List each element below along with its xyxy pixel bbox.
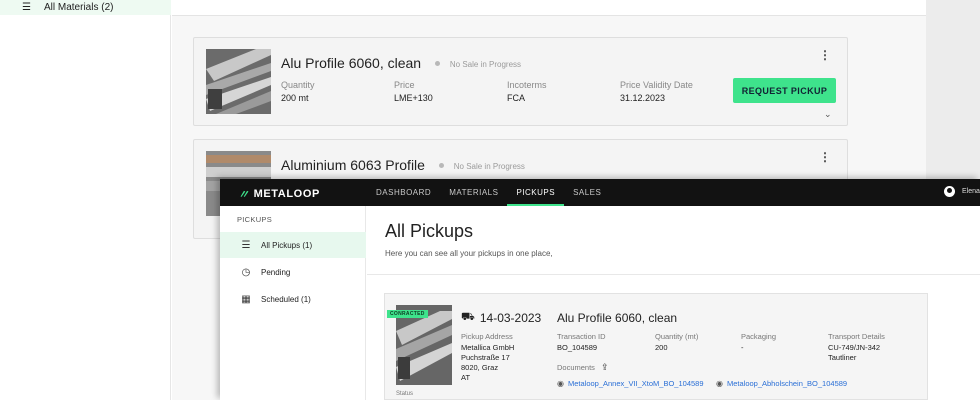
document-link[interactable]: ◉ Metaloop_Annex_VII_XtoM_BO_104589 — [557, 379, 704, 388]
more-options-icon[interactable]: ⋮ — [819, 151, 831, 163]
status-dot-icon — [434, 61, 440, 67]
sidebar-item-pending[interactable]: ◷ Pending — [220, 259, 366, 285]
pickup-quantity: Quantity (mt) 200 — [655, 332, 699, 352]
user-name: Elena — [962, 188, 980, 195]
sale-status: No Sale in Progress — [449, 59, 522, 69]
field-incoterms: Incoterms FCA — [507, 80, 547, 103]
upload-icon[interactable]: ⇪ — [601, 362, 609, 373]
sidebar-item-label: Pending — [261, 267, 291, 277]
pickup-material-name: Alu Profile 6060, clean — [557, 311, 678, 325]
field-price-validity: Price Validity Date 31.12.2023 — [620, 80, 693, 103]
eye-icon: ◉ — [557, 379, 564, 388]
status-label: Status — [396, 391, 414, 397]
nav-materials[interactable]: MATERIALS — [440, 179, 507, 206]
sidebar-item-label: All Materials (2) — [44, 2, 114, 13]
material-thumbnail — [206, 49, 271, 114]
eye-icon: ◉ — [716, 379, 723, 388]
contract-status-badge: CONRACTED — [387, 310, 428, 318]
user-menu[interactable]: Elena — [944, 186, 980, 197]
list-icon: ☰ — [22, 2, 31, 13]
metaloop-logo[interactable]: 〃 METALOOP — [238, 186, 320, 202]
list-icon: ☰ — [241, 239, 251, 251]
pickups-sidebar: PICKUPS ☰ All Pickups (1) ◷ Pending ▦ Sc… — [220, 206, 366, 400]
field-quantity: Quantity 200 mt — [281, 80, 315, 103]
pickups-window: 〃 METALOOP DASHBOARD MATERIALS PICKUPS S… — [220, 179, 980, 400]
request-pickup-button[interactable]: REQUEST PICKUP — [733, 78, 836, 103]
sidebar-title: PICKUPS — [237, 215, 273, 224]
material-name: Alu Profile 6060, clean No Sale in Progr… — [281, 55, 522, 71]
main-nav: DASHBOARD MATERIALS PICKUPS SALES — [367, 179, 610, 206]
pickup-date: ⛟ 14-03-2023 — [461, 311, 542, 325]
nav-pickups[interactable]: PICKUPS — [507, 179, 564, 206]
truck-icon: ⛟ — [461, 311, 475, 323]
nav-sales[interactable]: SALES — [564, 179, 610, 206]
logo-mark-icon: 〃 — [238, 189, 250, 201]
materials-topbar — [172, 0, 926, 16]
transaction-id: Transaction ID BO_104589 — [557, 332, 606, 352]
materials-sidebar: ☰ All Materials (2) — [0, 0, 171, 400]
avatar-icon — [944, 186, 955, 197]
more-options-icon[interactable]: ⋮ — [819, 49, 831, 61]
sidebar-item-label: All Pickups (1) — [261, 240, 313, 250]
page-title: All Pickups — [385, 221, 474, 241]
page-subtitle: Here you can see all your pickups in one… — [385, 249, 553, 258]
pickup-card[interactable]: CONRACTED ⛟ 14-03-2023 Alu Profile 6060,… — [384, 293, 928, 400]
field-price: Price LME+130 — [394, 80, 433, 103]
sale-status: No Sale in Progress — [453, 161, 525, 171]
sidebar-item-label: Scheduled (1) — [261, 294, 311, 304]
nav-dashboard[interactable]: DASHBOARD — [367, 179, 440, 206]
material-card[interactable]: Alu Profile 6060, clean No Sale in Progr… — [193, 37, 848, 126]
divider — [367, 274, 980, 275]
clock-icon: ◷ — [241, 266, 251, 278]
document-link[interactable]: ◉ Metaloop_Abholschein_BO_104589 — [716, 379, 847, 388]
documents-label: Documents ⇪ — [557, 362, 609, 373]
pickup-packaging: Packaging - — [741, 332, 777, 352]
sidebar-item-all-materials[interactable]: ☰ All Materials (2) — [0, 0, 171, 15]
material-name: Aluminium 6063 Profile No Sale in Progre… — [281, 157, 525, 173]
pickup-address: Pickup Address Metallica GmbH Puchstraße… — [461, 332, 515, 382]
calendar-icon: ▦ — [241, 293, 251, 305]
pickups-main: All Pickups Here you can see all your pi… — [367, 206, 980, 400]
transport-details: Transport Details CU-749/JN-342 Tautline… — [828, 332, 885, 362]
chevron-down-icon[interactable]: ⌄ — [824, 109, 832, 120]
status-dot-icon — [438, 163, 444, 169]
sidebar-item-scheduled[interactable]: ▦ Scheduled (1) — [220, 286, 366, 312]
top-nav-bar: 〃 METALOOP DASHBOARD MATERIALS PICKUPS S… — [220, 179, 980, 206]
sidebar-item-all-pickups[interactable]: ☰ All Pickups (1) — [220, 232, 366, 258]
